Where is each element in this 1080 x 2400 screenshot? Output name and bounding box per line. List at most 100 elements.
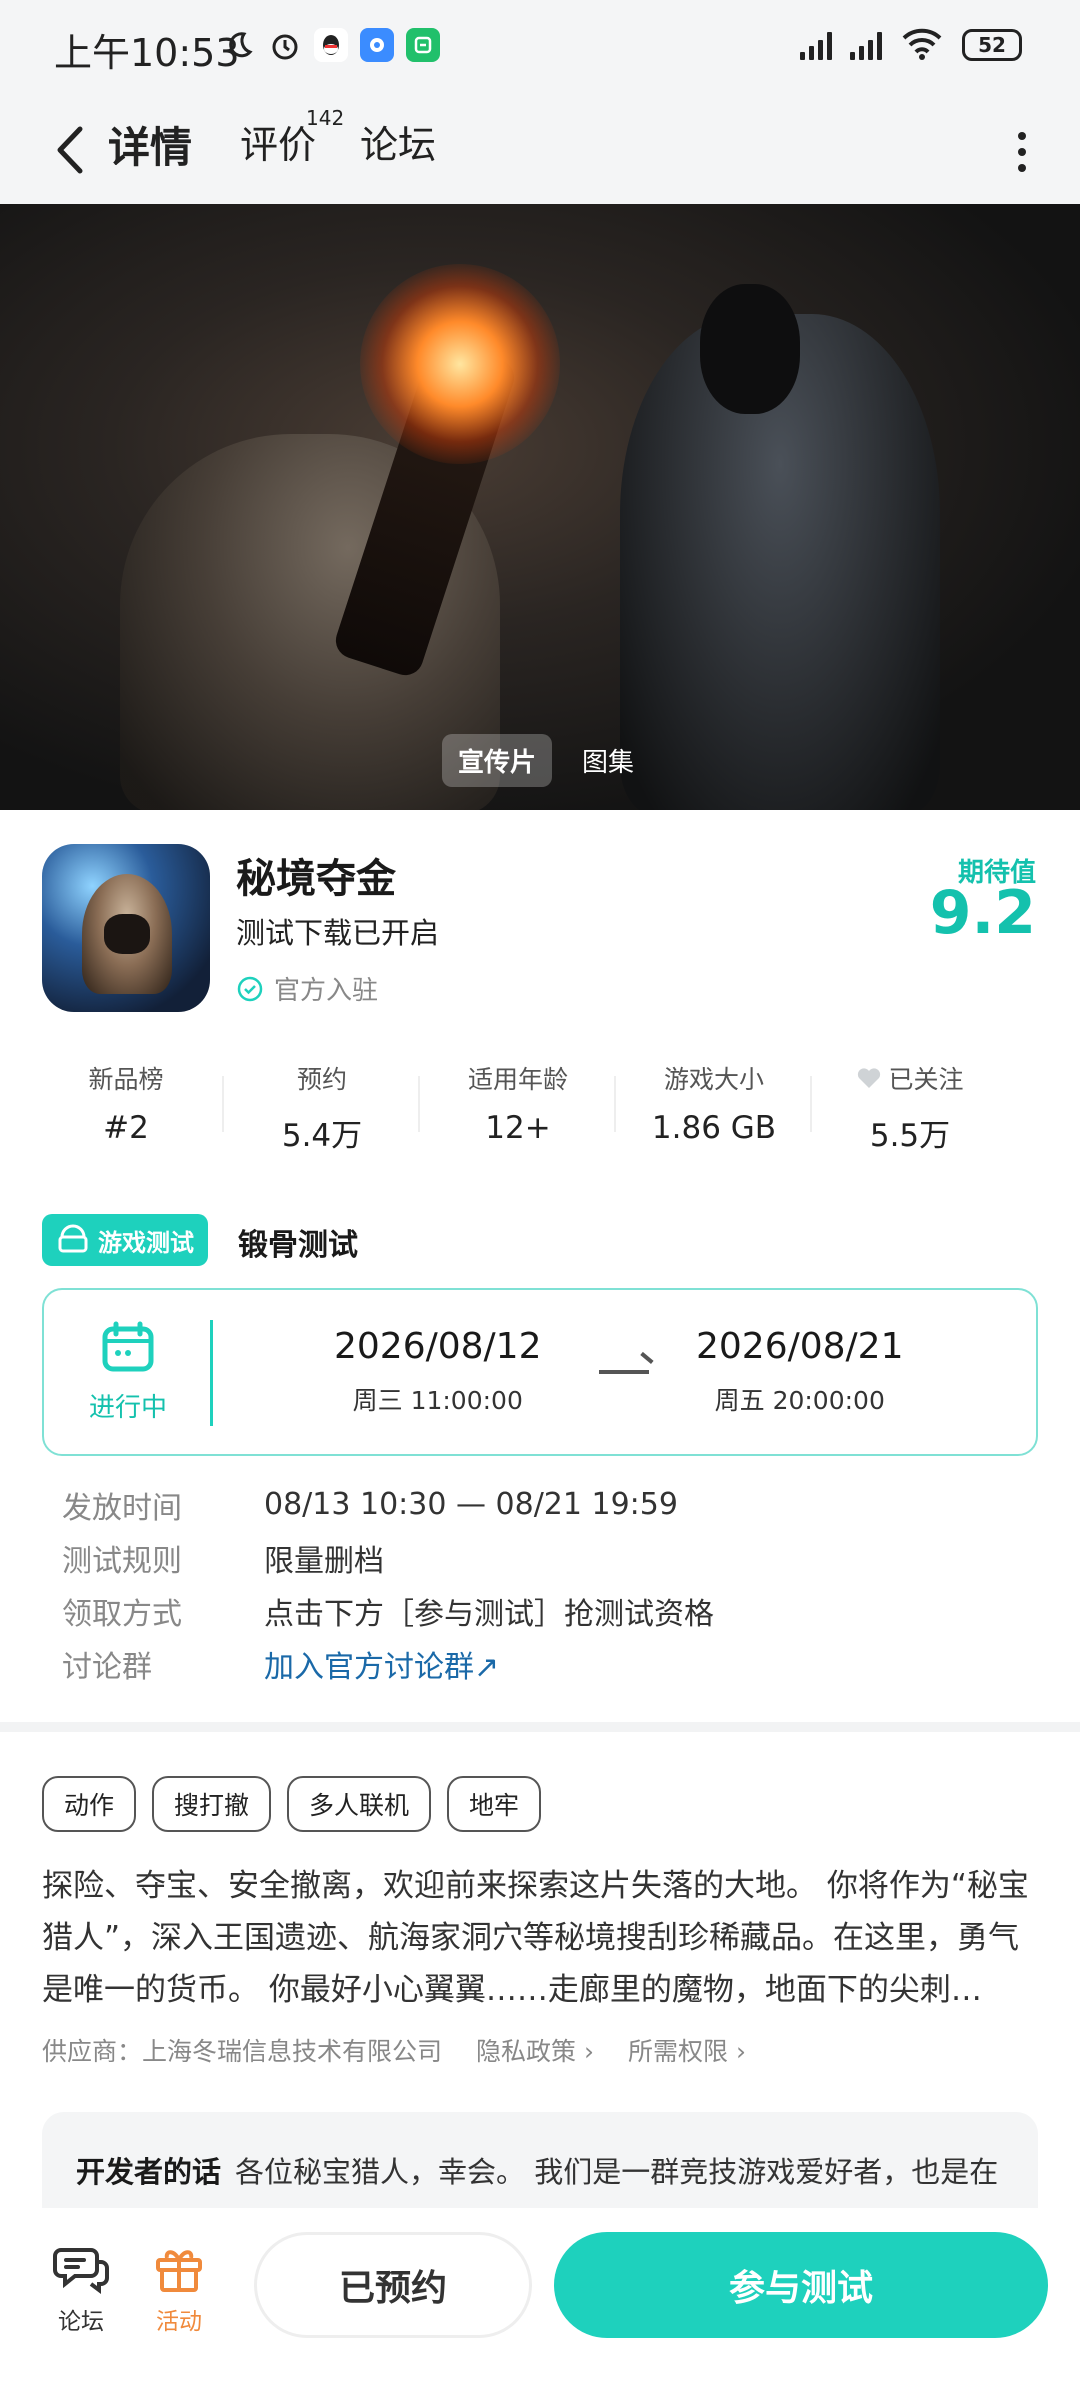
info-row-method: 领取方式 点击下方［参与测试］抢测试资格 [62,1584,714,1637]
stat-age[interactable]: 适用年龄 12+ [420,1060,616,1150]
test-info: 发放时间 08/13 10:30 — 08/21 19:59 测试规则 限量删档… [62,1478,714,1690]
info-key: 领取方式 [62,1596,182,1632]
test-start: 2026/08/12 周三 11:00:00 [334,1326,542,1417]
tab-forum[interactable]: 论坛 [360,114,436,169]
battery-icon: 52 [962,29,1022,61]
tag-list: 动作 搜打撤 多人联机 地牢 [42,1776,542,1832]
supplier: 供应商：上海冬瑞信息技术有限公司 [42,2037,443,2066]
reserved-button[interactable]: 已预约 [254,2232,532,2338]
game-test-badge: 游戏测试 [42,1214,208,1266]
activity-label: 活动 [156,2309,202,2335]
more-options-button[interactable] [1002,122,1042,182]
back-button[interactable] [40,120,100,180]
arrow-right-icon [599,1370,649,1374]
bottom-action-bar: 论坛 活动 已预约 参与测试 [0,2208,1080,2400]
forum-icon [53,2248,109,2294]
info-row-group: 讨论群 加入官方讨论群↗ [62,1637,714,1690]
stat-value: 5.4万 [281,1118,363,1154]
stats-row: 新品榜 #2 预约 5.4万 适用年龄 12+ 游戏大小 1.86 GB 已关注… [28,1060,1068,1154]
test-title: 锻骨测试 [238,1228,358,1263]
privacy-link[interactable]: 隐私政策 [476,2032,594,2068]
tab-details[interactable]: 详情 [104,114,197,175]
stat-value: 5.5万 [869,1118,951,1154]
score-value: 9.2 [929,878,1036,948]
tab-label: 详情 [108,123,193,172]
top-nav: 详情 评价 142 论坛 [0,100,1080,204]
join-group-link[interactable]: 加入官方讨论群↗ [264,1642,499,1686]
info-value: 点击下方［参与测试］抢测试资格 [264,1596,714,1632]
info-key: 讨论群 [62,1649,152,1685]
tool-app-icon [406,28,440,62]
status-system-icons: 52 [800,26,1022,64]
stat-reservations: 预约 5.4万 [224,1060,420,1154]
end-date: 2026/08/21 [696,1326,904,1367]
tab-label: 评价 [240,123,317,167]
meta-row: 供应商：上海冬瑞信息技术有限公司 隐私政策 所需权限 [42,2032,746,2068]
tab-reviews[interactable]: 评价 [240,114,316,169]
app-icon [42,844,210,1012]
app-subtitle: 测试下载已开启 [236,916,440,950]
info-row-rules: 测试规则 限量删档 [62,1531,714,1584]
chevron-left-icon [57,126,83,174]
chat-app-icon [360,28,394,62]
stat-value: 1.86 GB [651,1110,777,1146]
test-schedule-card: 进行中 2026/08/12 周三 11:00:00 2026/08/21 周五… [42,1288,1038,1456]
tag-dungeon[interactable]: 地牢 [447,1776,542,1832]
stat-value: 12+ [485,1110,551,1146]
media-tab-trailer[interactable]: 宣传片 [442,734,553,787]
status-notification-icons [222,28,440,62]
forum-label: 论坛 [58,2309,104,2335]
media-tabs: 宣传片 图集 [442,734,650,787]
developer-title: 开发者的话 [76,2155,222,2189]
info-key: 发放时间 [62,1490,182,1526]
stat-label: 适用年龄 [467,1065,568,1094]
hero-video[interactable]: 宣传片 图集 [0,204,1080,810]
permissions-link[interactable]: 所需权限 [628,2032,746,2068]
calendar-icon [102,1321,154,1371]
app-name: 秘境夺金 [236,856,396,902]
official-badge: 官方入驻 [236,970,378,1007]
tag-action[interactable]: 动作 [42,1776,137,1832]
info-key: 测试规则 [62,1543,182,1579]
test-status: 进行中 [88,1392,167,1423]
stat-label: 预约 [296,1065,347,1094]
stat-rank[interactable]: 新品榜 #2 [28,1060,224,1150]
activity-button[interactable]: 活动 [134,2244,224,2336]
forum-button[interactable]: 论坛 [36,2244,126,2336]
signal-icon [800,30,832,60]
media-tab-gallery[interactable]: 图集 [566,734,650,787]
start-date: 2026/08/12 [334,1326,542,1367]
hero-art [700,284,800,414]
info-value: 08/13 10:30 — 08/21 19:59 [264,1487,678,1522]
info-row-release-time: 发放时间 08/13 10:30 — 08/21 19:59 [62,1478,714,1531]
game-description[interactable]: 探险、夺宝、安全撤离，欢迎前来探索这片失落的大地。 你将作为“秘宝猎人”，深入王… [42,1860,1038,2016]
tag-extraction[interactable]: 搜打撤 [152,1776,272,1832]
official-label: 官方入驻 [274,976,379,1006]
start-time: 周三 11:00:00 [352,1386,523,1415]
stat-label: 游戏大小 [663,1065,764,1094]
divider [210,1320,213,1426]
info-value: 限量删档 [264,1543,384,1579]
qq-icon [314,28,348,62]
test-badge-label: 游戏测试 [98,1228,194,1257]
signal-icon [850,30,882,60]
status-time: 上午10:53 [54,31,240,75]
tag-multiplayer[interactable]: 多人联机 [287,1776,432,1832]
stat-value: #2 [103,1110,149,1146]
test-icon [58,1224,88,1253]
status-bar: 上午10:53 52 [0,0,1080,100]
review-count: 142 [306,106,345,130]
stat-follow[interactable]: 已关注 5.5万 [812,1060,1008,1154]
stat-size: 游戏大小 1.86 GB [616,1060,812,1150]
moon-icon [222,28,256,62]
test-end: 2026/08/21 周五 20:00:00 [696,1326,904,1417]
tab-label: 论坛 [360,123,437,167]
stat-label: 已关注 [888,1065,964,1094]
alarm-icon [268,28,302,62]
join-test-button[interactable]: 参与测试 [554,2232,1048,2338]
hero-art [360,264,560,464]
end-time: 周五 20:00:00 [714,1386,885,1415]
stat-label: 新品榜 [88,1065,164,1094]
heart-icon [858,1068,881,1088]
verified-icon [237,976,263,1001]
